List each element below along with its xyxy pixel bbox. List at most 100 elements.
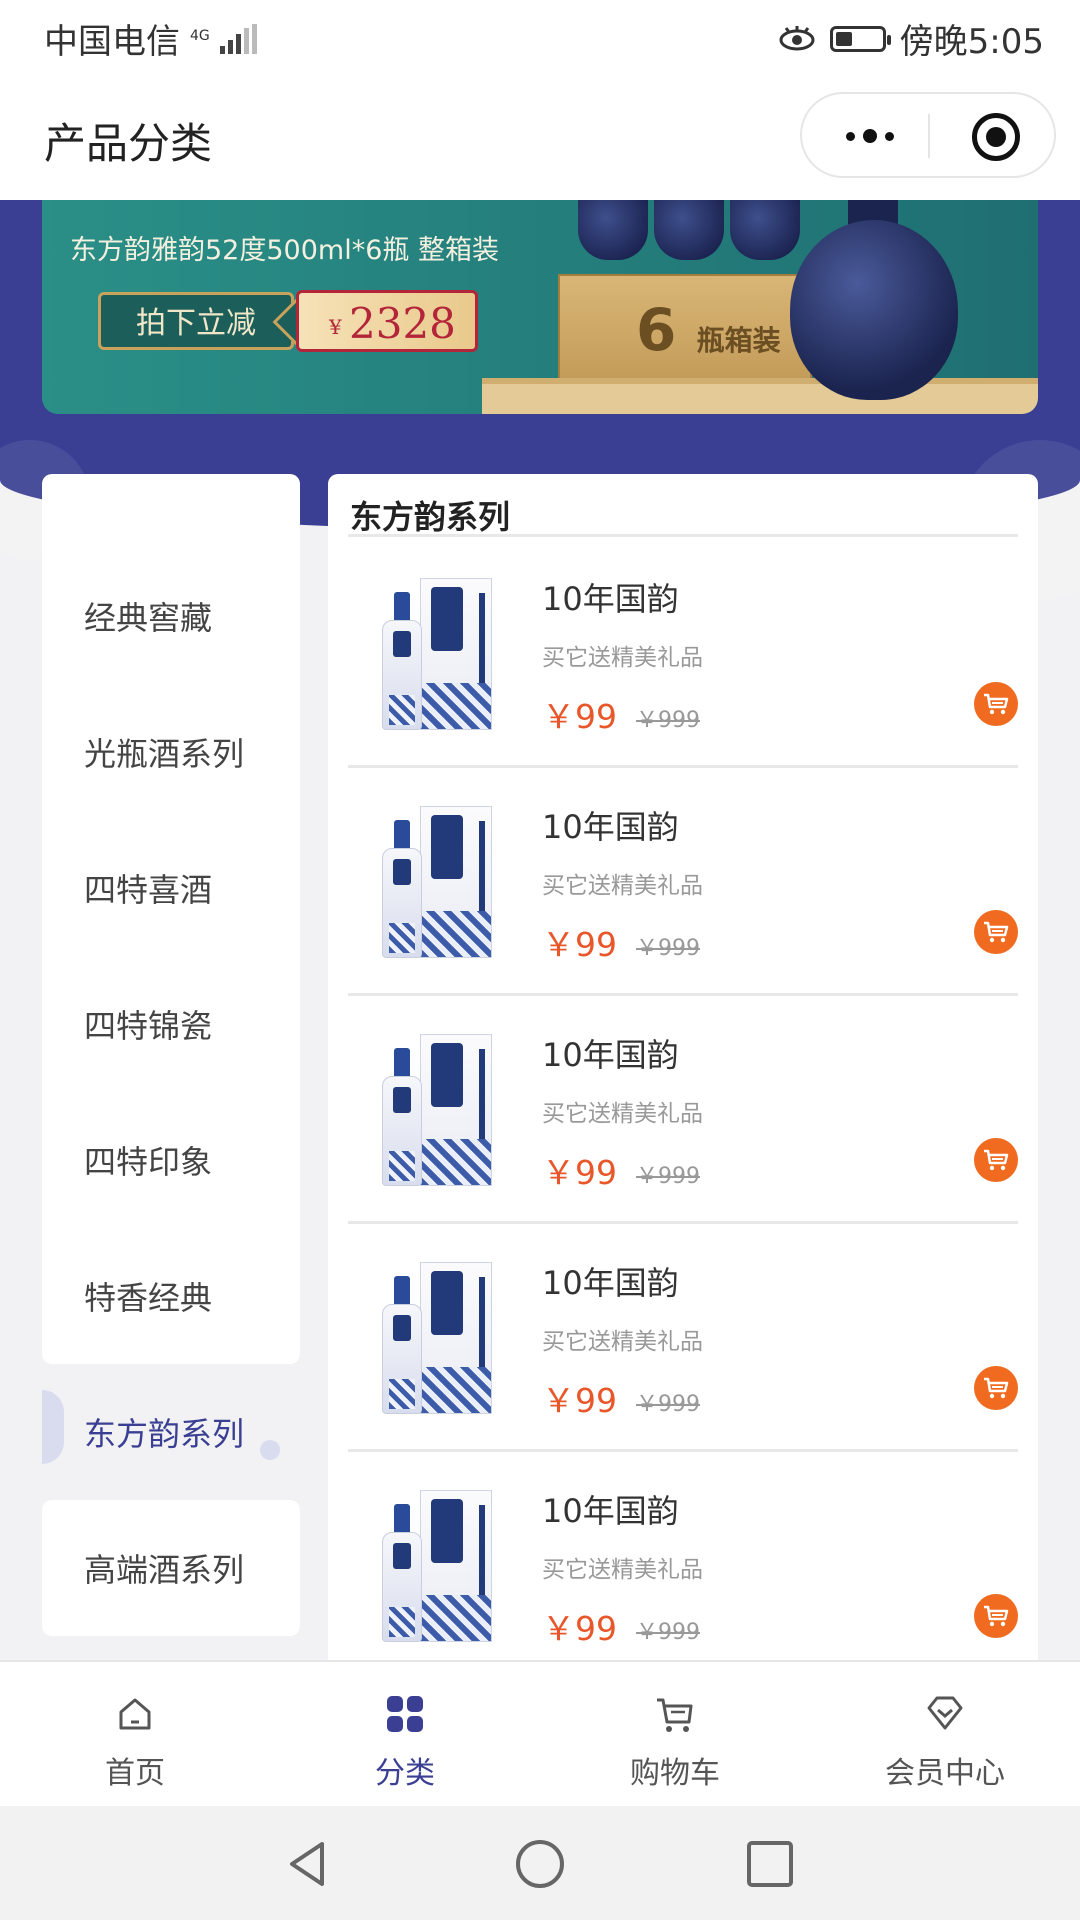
back-icon[interactable] bbox=[282, 1838, 334, 1890]
product-name: 10年国韵 bbox=[542, 1036, 679, 1074]
gift-box-image bbox=[420, 806, 492, 958]
add-to-cart-button[interactable] bbox=[974, 1138, 1018, 1182]
carrier-label: 中国电信 bbox=[44, 22, 180, 62]
cart-icon bbox=[984, 693, 1009, 715]
product-name: 10年国韵 bbox=[542, 580, 679, 618]
product-image bbox=[374, 578, 494, 730]
product-item[interactable]: 10年国韵 买它送精美礼品 ￥99 ￥999 bbox=[348, 1224, 1018, 1452]
promo-tag-label: 拍下立减 bbox=[98, 292, 294, 350]
more-dot-icon bbox=[846, 131, 855, 141]
home-icon bbox=[119, 1698, 151, 1730]
cart-icon bbox=[984, 921, 1009, 943]
display-platform bbox=[482, 378, 1038, 414]
add-to-cart-button[interactable] bbox=[974, 1594, 1018, 1638]
gift-box-image bbox=[420, 1034, 492, 1186]
more-options-button[interactable] bbox=[840, 116, 900, 156]
gift-box-image bbox=[420, 1262, 492, 1414]
clock-label: 傍晚5:05 bbox=[899, 22, 1044, 62]
tab-member[interactable]: 会员中心 bbox=[810, 1662, 1080, 1806]
vase-bottle-image bbox=[790, 220, 958, 400]
promo-banner[interactable]: 东方韵雅韵52度500ml*6瓶 整箱装 拍下立减 ¥ 2328 6 瓶箱装 bbox=[42, 200, 1038, 414]
status-bar: 中国电信 4G 傍晚5:05 bbox=[0, 0, 1080, 76]
category-item[interactable]: 特香经典 bbox=[42, 1228, 300, 1364]
product-item[interactable]: 10年国韵买它送精美礼品 ￥99 ￥999 bbox=[348, 996, 1018, 1224]
category-item[interactable]: 四特锦瓷 bbox=[42, 956, 300, 1092]
product-price: ￥99 bbox=[542, 697, 617, 736]
category-item[interactable]: 经典窖藏 bbox=[42, 548, 300, 684]
product-name: 10年国韵 bbox=[542, 808, 679, 846]
product-original-price: ￥999 bbox=[636, 1392, 700, 1417]
product-name: 10年国韵 bbox=[542, 1264, 679, 1302]
crate-label: 6 瓶箱装 bbox=[636, 296, 781, 364]
product-price: ￥99 bbox=[542, 1609, 617, 1648]
network-label: 4G bbox=[190, 27, 210, 44]
category-group: 经典窖藏 光瓶酒系列 四特喜酒 四特锦瓷 四特印象 特香经典 bbox=[42, 474, 300, 1364]
more-dot-icon bbox=[863, 129, 877, 143]
category-item[interactable]: 高端酒系列 bbox=[42, 1500, 300, 1636]
bottle-image bbox=[382, 820, 422, 958]
bottle-image bbox=[730, 200, 800, 260]
category-icon bbox=[387, 1696, 423, 1732]
member-icon bbox=[927, 1696, 963, 1730]
bottle-image bbox=[382, 1048, 422, 1186]
section-title: 东方韵系列 bbox=[350, 498, 511, 536]
sidebar-top-spacer bbox=[42, 474, 300, 548]
add-to-cart-button[interactable] bbox=[974, 682, 1018, 726]
close-miniprogram-button[interactable] bbox=[972, 113, 1020, 161]
recent-apps-icon[interactable] bbox=[744, 1838, 796, 1890]
status-right: 傍晚5:05 bbox=[778, 14, 1044, 63]
product-image bbox=[374, 1034, 494, 1186]
category-item[interactable]: 四特喜酒 bbox=[42, 820, 300, 956]
product-description: 买它送精美礼品 bbox=[542, 873, 703, 899]
cart-icon bbox=[984, 1377, 1009, 1399]
more-dot-icon bbox=[885, 131, 894, 141]
product-price: ￥99 bbox=[542, 1153, 617, 1192]
category-item[interactable]: 光瓶酒系列 bbox=[42, 684, 300, 820]
tab-cart[interactable]: 购物车 bbox=[540, 1662, 810, 1806]
tab-home[interactable]: 首页 bbox=[0, 1662, 270, 1806]
tab-category[interactable]: 分类 bbox=[270, 1662, 540, 1806]
cart-icon bbox=[657, 1698, 693, 1732]
page-title: 产品分类 bbox=[44, 119, 213, 168]
gift-box-image bbox=[420, 578, 492, 730]
gift-box-image bbox=[420, 1490, 492, 1642]
section-divider bbox=[348, 534, 1018, 537]
product-price: ￥99 bbox=[542, 925, 617, 964]
product-name: 10年国韵 bbox=[542, 1492, 679, 1530]
system-navigation-bar bbox=[0, 1806, 1080, 1920]
promo-tag-amount: ¥ 2328 bbox=[296, 290, 478, 352]
cart-icon bbox=[984, 1149, 1009, 1171]
add-to-cart-button[interactable] bbox=[974, 910, 1018, 954]
tab-label: 会员中心 bbox=[885, 1756, 1005, 1791]
tab-label: 分类 bbox=[375, 1756, 435, 1791]
active-indicator bbox=[42, 1390, 64, 1464]
product-item[interactable]: 10年国韵 买它送精美礼品 ￥99 ￥999 bbox=[348, 540, 1018, 768]
bottle-image bbox=[382, 1276, 422, 1414]
add-to-cart-button[interactable] bbox=[974, 1366, 1018, 1410]
product-image bbox=[374, 1490, 494, 1642]
bottle-image bbox=[654, 200, 724, 260]
promo-amount: 2328 bbox=[349, 299, 456, 348]
tab-label: 首页 bbox=[105, 1756, 165, 1791]
bottle-image bbox=[578, 200, 648, 260]
bottle-image bbox=[382, 592, 422, 730]
product-image bbox=[374, 1262, 494, 1414]
tab-label: 购物车 bbox=[630, 1756, 720, 1791]
product-item[interactable]: 10年国韵 买它送精美礼品 ￥99 ￥999 bbox=[348, 768, 1018, 996]
bottom-tab-bar: 首页 分类 购物车 会员中心 bbox=[0, 1660, 1080, 1806]
product-description: 买它送精美礼品 bbox=[542, 1557, 703, 1583]
battery-icon bbox=[829, 25, 891, 52]
product-item[interactable]: 10年国韵 买它送精美礼品 ￥99 ￥999 bbox=[348, 1452, 1018, 1660]
category-sidebar: 经典窖藏 光瓶酒系列 四特喜酒 四特锦瓷 四特印象 特香经典 东方韵系列 高端酒… bbox=[42, 474, 300, 1636]
category-item[interactable]: 四特印象 bbox=[42, 1092, 300, 1228]
product-description: 买它送精美礼品 bbox=[542, 645, 703, 671]
network-indicator: 4G bbox=[190, 29, 210, 43]
category-item-active[interactable]: 东方韵系列 bbox=[42, 1364, 300, 1500]
promo-currency: ¥ bbox=[329, 315, 342, 339]
crate-number: 6 bbox=[636, 296, 677, 364]
bottle-image bbox=[382, 1504, 422, 1642]
product-description: 买它送精美礼品 bbox=[542, 1101, 703, 1127]
category-group: 高端酒系列 bbox=[42, 1500, 300, 1636]
product-original-price: ￥999 bbox=[636, 1164, 700, 1189]
home-circle-icon[interactable] bbox=[514, 1838, 566, 1890]
